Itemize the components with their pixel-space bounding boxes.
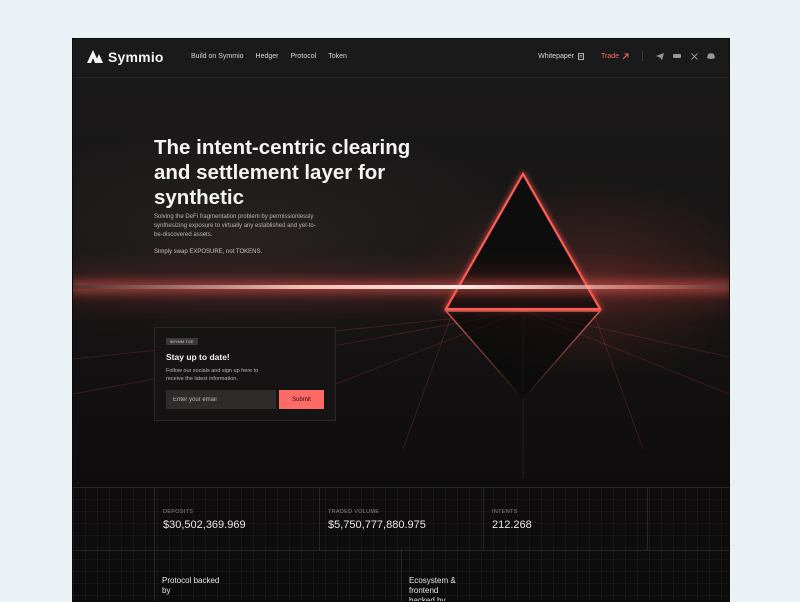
stat-empty-cell xyxy=(647,488,729,550)
document-icon xyxy=(578,52,584,60)
nav-right: Whitepaper Trade xyxy=(538,51,715,61)
hero-tagline: Simply swap EXPOSURE, not TOKENS. xyxy=(154,249,263,255)
stat-value: $5,750,777,880.975 xyxy=(328,519,426,531)
email-input[interactable] xyxy=(166,390,276,409)
protocol-backers-label: Protocol backed by xyxy=(162,576,220,595)
nav-build-on-symmio[interactable]: Build on Symmio xyxy=(191,53,244,60)
ecosystem-backers-label: Ecosystem & frontend backed by xyxy=(409,576,456,602)
hero-title: The intent-centric clearing and settleme… xyxy=(154,136,411,209)
stat-intents: INTENTS 212.268 xyxy=(483,488,648,550)
submit-button[interactable]: Submit xyxy=(279,390,324,409)
nav-hedger[interactable]: Hedger xyxy=(256,53,279,60)
partners-section: Protocol backed by Ecosystem & frontend … xyxy=(73,549,729,601)
tge-badge: $SYMM TGE xyxy=(166,338,198,345)
triangle-reflection xyxy=(444,310,602,401)
whitepaper-link[interactable]: Whitepaper xyxy=(538,53,584,60)
logo-text: Symmio xyxy=(108,49,164,65)
stat-value: $30,502,369.969 xyxy=(163,519,246,531)
stat-deposits: DEPOSITS $30,502,369.969 xyxy=(154,488,319,550)
newsletter-text: Follow our socials and sign up here to r… xyxy=(166,368,259,382)
nav-token[interactable]: Token xyxy=(328,53,347,60)
partner-divider xyxy=(401,549,402,601)
logo[interactable]: Symmio xyxy=(87,49,164,65)
newsletter-title: Stay up to date! xyxy=(166,352,230,362)
telegram-icon[interactable] xyxy=(656,52,664,60)
trade-label: Trade xyxy=(600,52,619,60)
stats-bar: DEPOSITS $30,502,369.969 TRADED VOLUME $… xyxy=(73,487,729,551)
trade-link[interactable]: Trade xyxy=(601,53,629,60)
browser-frame: Symmio Build on Symmio Hedger Protocol T… xyxy=(72,38,730,602)
top-nav: Symmio Build on Symmio Hedger Protocol T… xyxy=(73,39,729,78)
whitepaper-label: Whitepaper xyxy=(538,52,574,60)
stat-value: 212.268 xyxy=(492,519,532,531)
newsletter-card: $SYMM TGE Stay up to date! Follow our so… xyxy=(154,327,336,421)
stat-label: TRADED VOLUME xyxy=(328,509,380,515)
stat-label: INTENTS xyxy=(492,509,518,515)
nav-protocol[interactable]: Protocol xyxy=(291,53,317,60)
nav-links: Build on Symmio Hedger Protocol Token xyxy=(191,53,347,60)
symmio-logo-icon xyxy=(87,50,103,63)
mirror-icon[interactable] xyxy=(673,52,681,60)
hero-description: Solving the DeFi fragmentation problem b… xyxy=(154,214,316,238)
stat-traded-volume: TRADED VOLUME $5,750,777,880.975 xyxy=(319,488,484,550)
stat-label: DEPOSITS xyxy=(163,509,194,515)
arrow-up-right-icon xyxy=(622,53,629,59)
horizon-light xyxy=(73,285,729,289)
nav-separator xyxy=(642,51,643,61)
discord-icon[interactable] xyxy=(707,52,715,60)
x-twitter-icon[interactable] xyxy=(690,52,698,60)
partner-divider xyxy=(154,549,155,601)
